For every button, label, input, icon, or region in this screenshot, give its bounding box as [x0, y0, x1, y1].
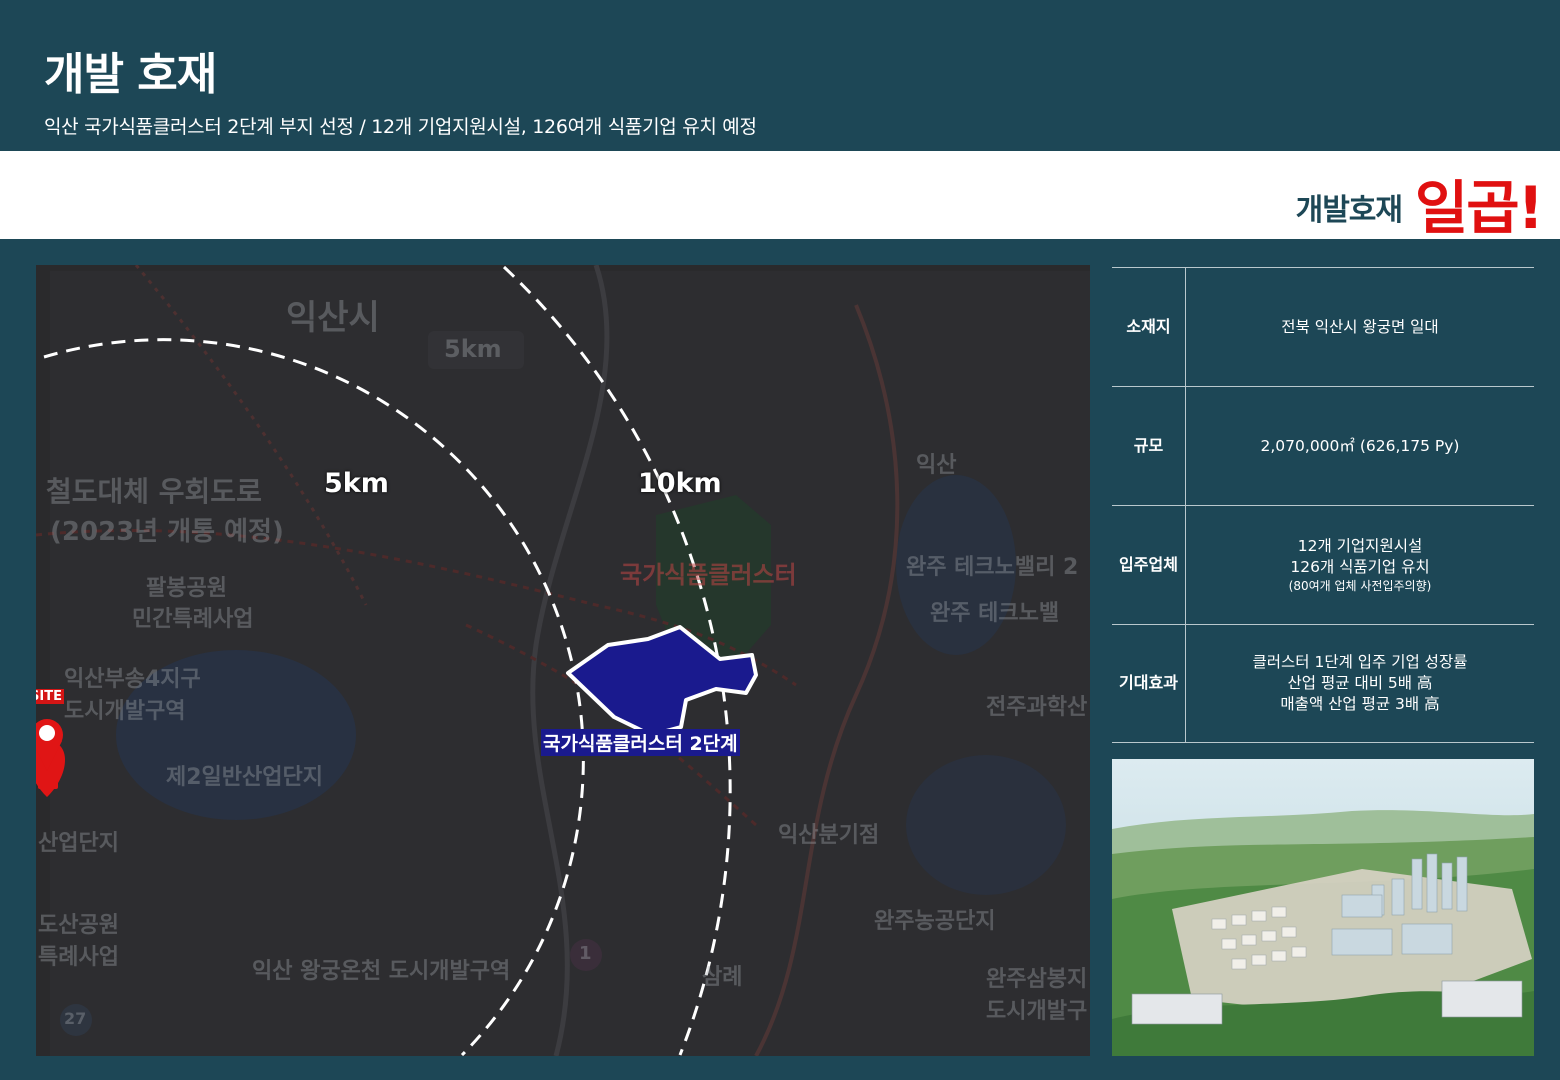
road-number-1: 1	[579, 943, 592, 964]
place-park-1: 팔봉공원	[146, 576, 227, 601]
place-park-2: 민간특례사업	[132, 607, 254, 632]
road-number-27: 27	[64, 1009, 87, 1028]
page-title: 개발 호재	[44, 49, 217, 100]
place-wanju-agri: 완주농공단지	[874, 909, 996, 934]
place-iksan-city: 익산시	[286, 298, 380, 338]
band-label: 개발호재	[1295, 193, 1403, 228]
place-samnye: 삼례	[702, 965, 743, 990]
cluster-phase2-label: 국가식품클러스터 2단계	[541, 729, 740, 756]
ring-label-5km: 5km	[324, 468, 389, 499]
info-value-note: (80여개 업체 사전입주의향)	[1288, 578, 1432, 593]
place-industrial-2: 제2일반산업단지	[166, 765, 323, 790]
band-emphasis: 일곱!	[1414, 174, 1544, 242]
info-key: 소재지	[1112, 268, 1186, 386]
info-row-tenants: 입주업체 12개 기업지원시설 126개 식품기업 유치 (80여개 업체 사전…	[1112, 505, 1534, 624]
info-value: 2,070,000㎡ (626,175 Py)	[1186, 387, 1534, 505]
place-wanggung: 익산 왕궁온천 도시개발구역	[252, 959, 511, 984]
place-industrial-left: 산업단지	[38, 831, 119, 856]
place-jeonju-sci: 전주과학산	[986, 695, 1088, 720]
info-key: 기대효과	[1112, 625, 1186, 742]
place-bypass-2: (2023년 개통 예정)	[50, 517, 284, 547]
location-map: 익산시 5km 철도대체 우회도로 (2023년 개통 예정) 팔봉공원 민간특…	[36, 265, 1090, 1056]
info-row-effect: 기대효과 클러스터 1단계 입주 기업 성장률 산업 평균 대비 5배 高 매출…	[1112, 624, 1534, 743]
info-key: 입주업체	[1112, 506, 1186, 624]
info-value-line: 2,070,000㎡ (626,175 Py)	[1260, 436, 1460, 455]
info-row-location: 소재지 전북 익산시 왕궁면 일대	[1112, 267, 1534, 386]
page-subtitle: 익산 국가식품클러스터 2단계 부지 선정 / 12개 기업지원시설, 126여…	[44, 116, 757, 138]
info-row-scale: 규모 2,070,000㎡ (626,175 Py)	[1112, 386, 1534, 505]
ring-label-10km: 10km	[638, 468, 722, 499]
highlight-band: 개발호재 일곱!	[0, 151, 1560, 242]
place-bypass-1: 철도대체 우회도로	[46, 475, 262, 508]
info-value-line: 매출액 산업 평균 3배 高	[1280, 694, 1440, 713]
info-value-line: 산업 평균 대비 5배 高	[1287, 674, 1433, 693]
place-district-1: 익산부송4지구	[64, 667, 201, 692]
info-value: 클러스터 1단계 입주 기업 성장률 산업 평균 대비 5배 高 매출액 산업 …	[1186, 625, 1534, 742]
info-value: 전북 익산시 왕궁면 일대	[1186, 268, 1534, 386]
place-food-cluster: 국가식품클러스터	[620, 561, 797, 589]
place-park-left-1: 도산공원	[38, 913, 119, 938]
reservoir-area-2	[906, 755, 1066, 895]
place-wanju-sambong-1: 완주삼봉지	[986, 967, 1088, 992]
info-value-line: 126개 식품기업 유치	[1290, 557, 1430, 576]
info-value: 12개 기업지원시설 126개 식품기업 유치 (80여개 업체 사전입주의향)	[1186, 506, 1534, 624]
page-header: 개발 호재 익산 국가식품클러스터 2단계 부지 선정 / 12개 기업지원시설…	[0, 0, 1560, 151]
info-value-line: 클러스터 1단계 입주 기업 성장률	[1252, 653, 1468, 672]
info-value-line: 전북 익산시 왕궁면 일대	[1281, 317, 1439, 336]
place-iksan: 익산	[916, 453, 957, 478]
info-table: 소재지 전북 익산시 왕궁면 일대 규모 2,070,000㎡ (626,175…	[1112, 267, 1534, 743]
cluster-rendering-image	[1112, 759, 1534, 1056]
place-km-badge: 5km	[444, 335, 502, 363]
place-techno-2: 완주 테크노밸	[930, 601, 1060, 626]
place-techno-1: 완주 테크노밸리 2	[906, 555, 1079, 580]
place-branch: 익산분기점	[778, 823, 880, 848]
info-key: 규모	[1112, 387, 1186, 505]
place-district-2: 도시개발구역	[64, 699, 186, 724]
site-label: SITE	[36, 689, 64, 704]
aerial-illustration	[1112, 759, 1534, 1056]
place-wanju-sambong-2: 도시개발구	[986, 999, 1088, 1024]
info-value-line: 12개 기업지원시설	[1297, 536, 1423, 555]
place-park-left-2: 특례사업	[38, 945, 119, 970]
